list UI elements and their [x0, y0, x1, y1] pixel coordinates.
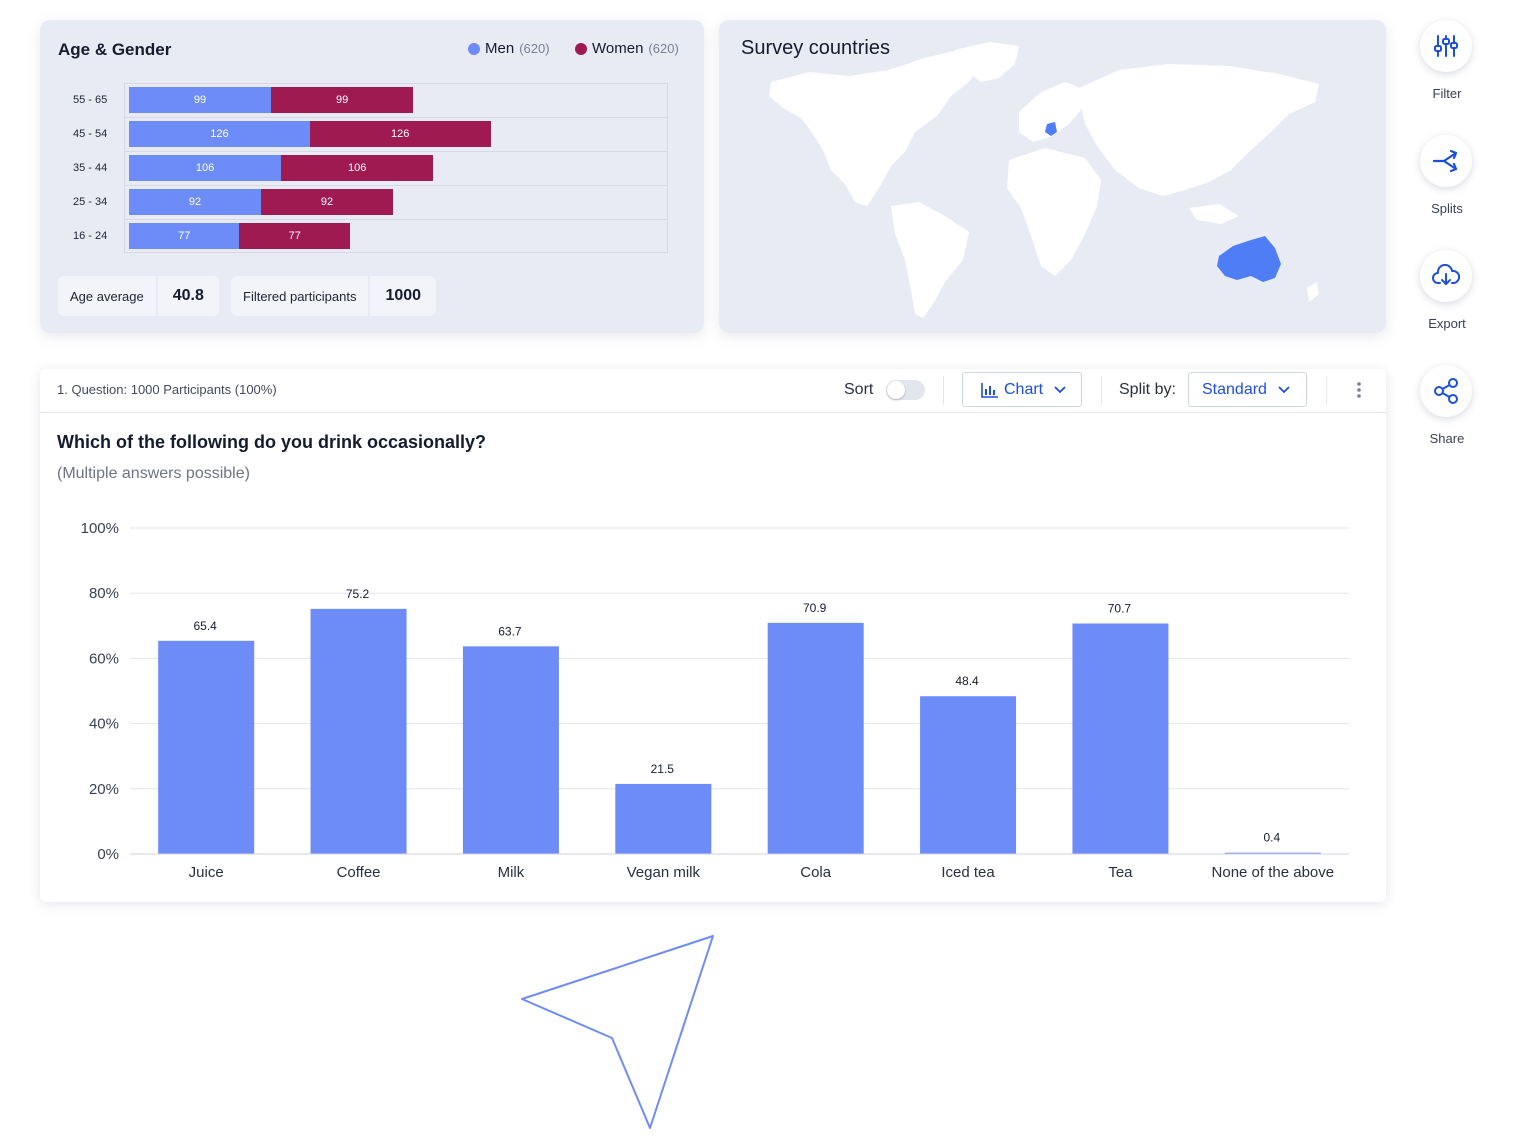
legend-men: Men (620) — [468, 40, 550, 57]
category-label: Coffee — [337, 864, 381, 881]
map-new-zealand — [1307, 282, 1319, 302]
filtered-participants-label: Filtered participants — [243, 288, 357, 304]
age-row: 25 - 34 92 92 — [73, 186, 667, 220]
age-group-label: 45 - 54 — [73, 128, 108, 140]
age-group-label: 16 - 24 — [73, 230, 108, 242]
map-africa — [1007, 148, 1101, 276]
bar-value-label: 65.4 — [194, 619, 218, 633]
map-indonesia — [1189, 204, 1239, 224]
age-row: 45 - 54 126 126 — [73, 118, 667, 152]
splits-button[interactable]: Splits — [1420, 135, 1474, 216]
category-label: Milk — [498, 864, 525, 881]
y-tick-label: 60% — [89, 650, 119, 667]
world-map — [769, 42, 1319, 318]
age-gender-card: Age & Gender Men (620) Women (620) 55 - … — [40, 20, 704, 333]
filter-label: Filter — [1432, 86, 1462, 101]
bar — [920, 696, 1017, 854]
bar-value-label: 70.9 — [803, 601, 827, 615]
women-bar: 99 — [271, 87, 414, 113]
share-icon — [1434, 378, 1458, 404]
age-row: 16 - 24 77 77 — [73, 220, 667, 254]
bar — [310, 608, 407, 854]
split-arrow-icon — [1432, 149, 1458, 173]
filter-circle[interactable] — [1420, 20, 1472, 72]
age-gender-chart: 55 - 65 99 99 45 - 54 126 126 35 - 44 106 106 25 … — [73, 83, 668, 254]
category-label: Cola — [800, 864, 832, 881]
age-average-stat: Age average 40.8 — [58, 276, 219, 316]
bar-value-label: 75.2 — [346, 587, 370, 601]
bar — [1072, 623, 1169, 854]
men-bar: 106 — [129, 155, 282, 181]
legend-women: Women (620) — [575, 40, 679, 57]
y-tick-label: 40% — [89, 716, 119, 733]
question-card: 1. Question: 1000 Participants (100%) So… — [40, 369, 1386, 902]
age-group-label: 55 - 65 — [73, 94, 108, 106]
bar — [158, 640, 255, 854]
age-gender-title: Age & Gender — [58, 40, 172, 59]
age-group-label: 25 - 34 — [73, 196, 108, 208]
y-tick-label: 20% — [89, 781, 119, 798]
legend-men-label: Men — [485, 40, 515, 57]
category-label: Vegan milk — [627, 864, 701, 881]
legend-women-count: (620) — [648, 41, 679, 56]
y-tick-label: 100% — [81, 520, 119, 537]
splits-label: Splits — [1431, 201, 1463, 216]
women-bar: 77 — [239, 223, 350, 249]
age-row: 35 - 44 106 106 — [73, 152, 667, 186]
share-circle[interactable] — [1420, 365, 1472, 417]
men-dot-icon — [468, 42, 480, 55]
map-australia-highlight — [1217, 236, 1281, 282]
y-tick-label: 0% — [97, 846, 119, 863]
survey-countries-card: Survey countries — [719, 20, 1386, 333]
bar-value-label: 70.7 — [1108, 602, 1132, 616]
category-label: Tea — [1108, 864, 1133, 881]
women-bar: 126 — [309, 121, 491, 147]
men-bar: 126 — [129, 121, 310, 147]
category-label: None of the above — [1212, 864, 1335, 881]
bar-value-label: 48.4 — [955, 674, 979, 688]
women-dot-icon — [575, 42, 587, 55]
age-average-value: 40.8 — [155, 276, 219, 316]
legend-women-label: Women — [592, 40, 644, 57]
export-button[interactable]: Export — [1420, 250, 1474, 331]
category-label: Juice — [189, 864, 224, 881]
bar — [462, 646, 559, 854]
women-bar: 92 — [261, 189, 394, 215]
sliders-icon — [1434, 35, 1458, 57]
women-bar: 106 — [281, 155, 434, 181]
map-south-america — [891, 202, 969, 318]
bar-value-label: 63.7 — [498, 624, 522, 638]
legend-men-count: (620) — [519, 41, 550, 56]
share-button[interactable]: Share — [1420, 365, 1474, 446]
bar — [767, 622, 864, 854]
drink-bar-chart: 0% 20% 40% 60% 80% 100% 65.4 Juice 75.2 Coffee 63.… — [81, 520, 1349, 881]
age-group-label: 35 - 44 — [73, 162, 108, 174]
age-row: 55 - 65 99 99 — [73, 84, 667, 118]
filter-button[interactable]: Filter — [1420, 20, 1474, 101]
age-average-label: Age average — [70, 288, 144, 304]
map-asia — [1079, 64, 1319, 196]
bar-value-label: 0.4 — [1263, 831, 1280, 845]
men-bar: 99 — [129, 87, 272, 113]
splits-circle[interactable] — [1420, 135, 1472, 187]
share-label: Share — [1429, 431, 1465, 446]
filtered-participants-stat: Filtered participants 1000 — [231, 276, 437, 316]
map-north-america — [769, 50, 981, 206]
y-tick-label: 80% — [89, 585, 119, 602]
filtered-participants-value: 1000 — [368, 276, 436, 316]
bar — [615, 783, 712, 854]
bar-value-label: 21.5 — [651, 762, 675, 776]
men-bar: 92 — [129, 189, 262, 215]
cloud-download-icon — [1432, 264, 1460, 285]
men-bar: 77 — [129, 223, 240, 249]
export-circle[interactable] — [1420, 250, 1472, 302]
category-label: Iced tea — [941, 864, 995, 881]
cursor-arrow-icon — [521, 935, 714, 1129]
export-label: Export — [1428, 316, 1466, 331]
